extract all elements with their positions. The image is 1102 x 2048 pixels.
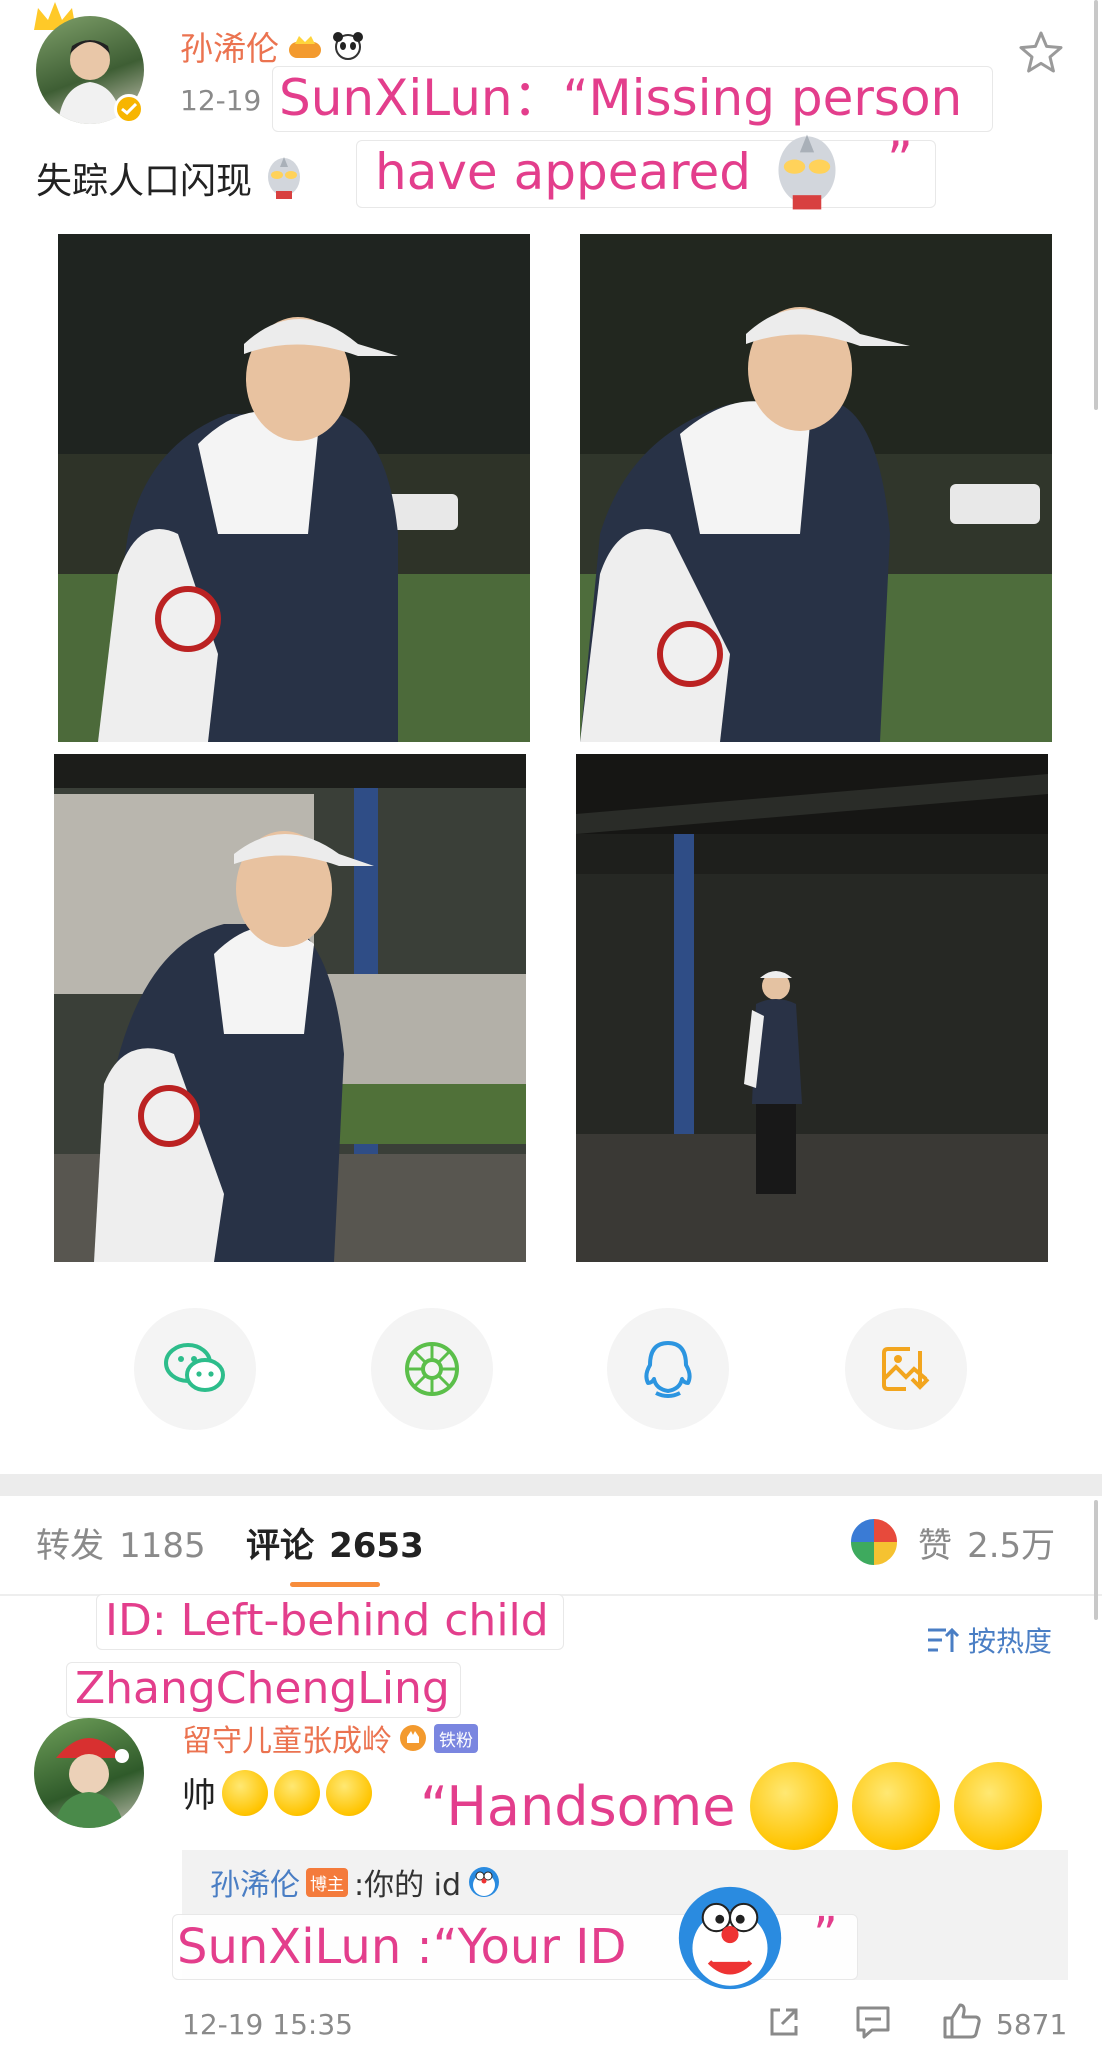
reply-comment-icon[interactable] [854, 2004, 892, 2040]
qq-icon [644, 1341, 692, 1398]
wechat-icon [164, 1343, 225, 1392]
tab-likes[interactable]: 赞 2.5万 [918, 1518, 1055, 1567]
reply-author-name[interactable]: 孙浠伦 [210, 1860, 300, 1904]
laugh-cry-emoji-icon [851, 1762, 940, 1850]
laugh-cry-emoji-icon [274, 1769, 320, 1816]
save-image-icon [882, 1347, 930, 1391]
tab-repost[interactable]: 转发 1185 [36, 1518, 206, 1567]
doraemon-emoji-icon [678, 1886, 782, 1990]
laugh-cry-emoji-icon [749, 1762, 838, 1850]
post-caption-line1: SunXiLun：“Missing person [272, 66, 994, 132]
comment-timestamp: 12-19 15:35 [182, 2008, 353, 2041]
doraemon-emoji-icon [469, 1867, 500, 1897]
share-wechat-button[interactable] [134, 1308, 256, 1430]
commenter-avatar[interactable] [34, 1718, 144, 1828]
post-date: 12-19 [180, 84, 262, 117]
share-moments-button[interactable] [371, 1308, 493, 1430]
section-divider [0, 1474, 1102, 1496]
sort-by-heat-button[interactable]: 按热度 [926, 1620, 1052, 1660]
share-qq-button[interactable] [607, 1308, 729, 1430]
post-caption-line2: have appeared ” [356, 134, 936, 210]
moments-icon [405, 1342, 459, 1396]
post-username[interactable]: 孙浠伦 [180, 22, 279, 70]
fan-badge: 铁粉 [434, 1723, 478, 1753]
ultraman-emoji-icon [268, 157, 301, 199]
post-text: 失踪人口闪现 [36, 161, 253, 202]
host-badge: 博主 [306, 1867, 348, 1897]
comment-like-count: 5871 [996, 2008, 1068, 2041]
post-photo-3[interactable] [54, 754, 526, 1262]
tab-comments[interactable]: 评论 2653 [246, 1518, 424, 1567]
share-comment-icon[interactable] [766, 2004, 802, 2040]
comments-scrollbar[interactable] [1094, 1500, 1098, 1620]
reply-text: :你的 id [354, 1868, 462, 1903]
comment-caption: “Handsome [420, 1762, 1042, 1850]
laugh-cry-emoji-icon [326, 1769, 372, 1816]
ultraman-emoji-icon [778, 134, 836, 210]
panda-icon [333, 32, 363, 60]
post-photo-2[interactable] [580, 234, 1052, 742]
laugh-cry-emoji-icon [953, 1762, 1042, 1850]
laugh-cry-emoji-icon [222, 1769, 268, 1816]
comment-text: 帅 [182, 1776, 216, 1816]
sort-icon [928, 1627, 960, 1652]
comment-id-caption-line2: ZhangChengLing [66, 1662, 461, 1718]
fan-level-icon [400, 1725, 426, 1751]
like-comment-icon[interactable] [942, 2002, 982, 2040]
tab-active-underline [290, 1582, 380, 1587]
favorite-star-icon[interactable] [1018, 30, 1064, 74]
post-scrollbar[interactable] [1094, 0, 1098, 410]
vip-crown-icon [289, 36, 321, 58]
post-photo-1[interactable] [58, 234, 530, 742]
post-photo-4[interactable] [576, 754, 1048, 1262]
verified-badge-icon [114, 94, 144, 124]
save-image-button[interactable] [845, 1308, 967, 1430]
commenter-username[interactable]: 留守儿童张成岭 [182, 1716, 392, 1760]
like-avatar-stack [848, 1516, 900, 1568]
comment-id-caption-line1: ID: Left-behind child [96, 1594, 564, 1650]
